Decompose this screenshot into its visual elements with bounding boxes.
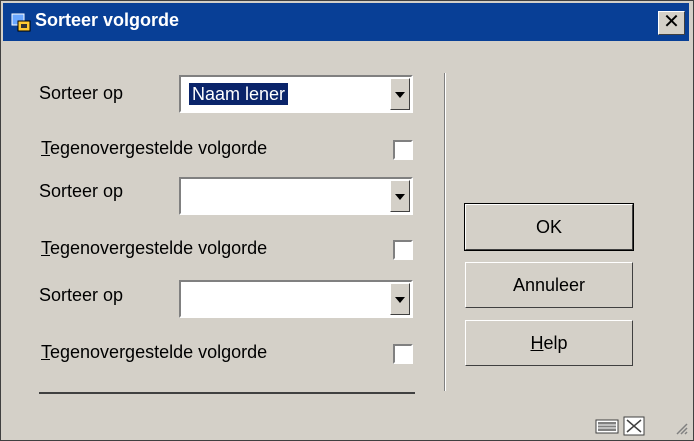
chevron-down-icon[interactable] [390,78,410,110]
help-button[interactable]: Help [465,320,633,366]
reverse-order-label-2: Tegenovergestelde volgorde [41,238,267,259]
reverse-order-label-3: Tegenovergestelde volgorde [41,342,267,363]
mnemonic-h: H [530,333,544,353]
mnemonic-t: T [41,238,50,258]
sort-by-label-3: Sorteer op [39,285,124,305]
reverse-order-text-1: egenovergestelde volgorde [50,138,268,158]
vertical-separator [444,73,446,391]
mnemonic-t: T [41,342,50,362]
sort-by-label-1: Sorteer op [39,83,124,103]
close-button[interactable]: ✕ [658,11,685,35]
chevron-down-icon[interactable] [390,283,410,315]
help-button-label: elp [543,333,568,353]
reverse-order-checkbox-2[interactable] [393,240,413,260]
dialog-window: Sorteer volgorde ✕ Sorteer op Naam lener… [0,0,694,441]
reverse-order-text-2: egenovergestelde volgorde [50,238,268,258]
reverse-order-label-1: Tegenovergestelde volgorde [41,138,267,159]
chevron-down-icon[interactable] [390,180,410,212]
sort-by-select-2[interactable] [179,177,413,215]
sort-by-select-1[interactable]: Naam lener [179,75,413,113]
sort-by-select-3[interactable] [179,280,413,318]
cancel-button[interactable]: Annuleer [465,262,633,308]
resize-icon[interactable] [623,416,645,436]
sort-by-value-1: Naam lener [189,83,289,105]
divider [39,392,415,394]
reverse-order-checkbox-1[interactable] [393,140,413,160]
title-bar: Sorteer volgorde ✕ [3,3,689,41]
sort-by-label-2: Sorteer op [39,181,124,201]
ok-button[interactable]: OK [464,203,634,251]
window-title: Sorteer volgorde [35,10,180,30]
size-grip-icon[interactable] [673,420,689,436]
mnemonic-t: T [41,138,50,158]
keyboard-icon[interactable] [595,417,619,435]
reverse-order-checkbox-3[interactable] [393,344,413,364]
app-icon [11,13,31,32]
reverse-order-text-3: egenovergestelde volgorde [50,342,268,362]
